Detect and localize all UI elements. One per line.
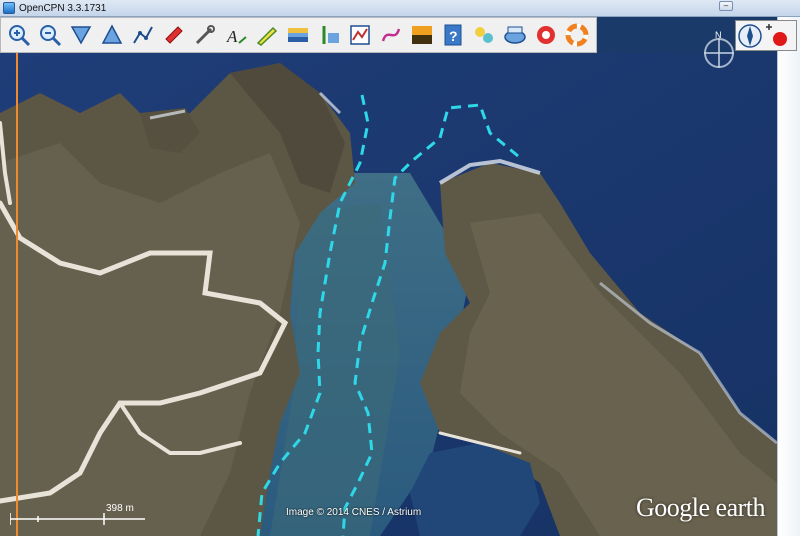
title-bar[interactable]: OpenCPN 3.3.1731 – <box>0 0 800 17</box>
mob-button[interactable] <box>532 20 560 50</box>
zoom-in-icon <box>9 25 31 47</box>
status-panel[interactable] <box>735 20 797 51</box>
text-tool-icon: A <box>226 27 247 46</box>
window-frame-right <box>777 17 800 536</box>
lifebuoy-button[interactable] <box>563 20 591 50</box>
current-icon <box>256 26 278 46</box>
create-route-icon <box>133 26 153 44</box>
scale-down-icon <box>70 26 92 45</box>
route-manager-button[interactable] <box>346 20 374 50</box>
app-icon <box>3 2 15 14</box>
chart-canvas[interactable] <box>0 53 777 536</box>
svg-text:?: ? <box>449 28 458 44</box>
zoom-out-button[interactable] <box>36 20 64 50</box>
layers-button[interactable] <box>284 20 312 50</box>
satellite-imagery <box>0 53 777 536</box>
minimize-button[interactable]: – <box>719 1 733 11</box>
settings-button[interactable] <box>191 20 219 50</box>
lifebuoy-icon <box>565 23 589 47</box>
layers-icon <box>288 28 308 42</box>
google-earth-watermark: Google earth <box>636 493 766 522</box>
chart-quilting-button[interactable] <box>501 20 529 50</box>
tide-icon <box>322 26 339 44</box>
track-icon <box>381 28 401 42</box>
window-title: OpenCPN 3.3.1731 <box>19 2 107 14</box>
chart-quilting-icon <box>504 26 526 44</box>
main-toolbar: A ? <box>0 17 597 53</box>
ais-icon <box>475 27 493 43</box>
create-route-button[interactable] <box>129 20 157 50</box>
help-button[interactable]: ? <box>439 20 467 50</box>
ais-button[interactable] <box>470 20 498 50</box>
scale-up-button[interactable] <box>98 20 126 50</box>
help-icon: ? <box>444 24 462 46</box>
color-scheme-button[interactable] <box>408 20 436 50</box>
scale-up-icon <box>101 24 123 44</box>
imagery-attribution: Image © 2014 CNES / Astrium <box>286 507 422 518</box>
settings-icon <box>195 25 215 45</box>
route-manager-icon <box>350 25 370 45</box>
scale-label: 398 m <box>106 503 134 514</box>
zoom-out-icon <box>40 25 62 47</box>
tide-button[interactable] <box>315 20 343 50</box>
text-tool-button[interactable]: A <box>222 20 250 50</box>
current-button[interactable] <box>253 20 281 50</box>
svg-text:A: A <box>226 27 238 46</box>
zoom-in-button[interactable] <box>5 20 33 50</box>
opencpn-window: OpenCPN 3.3.1731 – A ? N 398 m Image © 2… <box>0 0 800 536</box>
auto-follow-button[interactable] <box>160 20 188 50</box>
track-button[interactable] <box>377 20 405 50</box>
color-scheme-icon <box>412 26 432 44</box>
status-led-icon <box>773 32 787 46</box>
mob-icon <box>537 26 555 44</box>
auto-follow-icon <box>165 26 183 44</box>
scale-down-button[interactable] <box>67 20 95 50</box>
